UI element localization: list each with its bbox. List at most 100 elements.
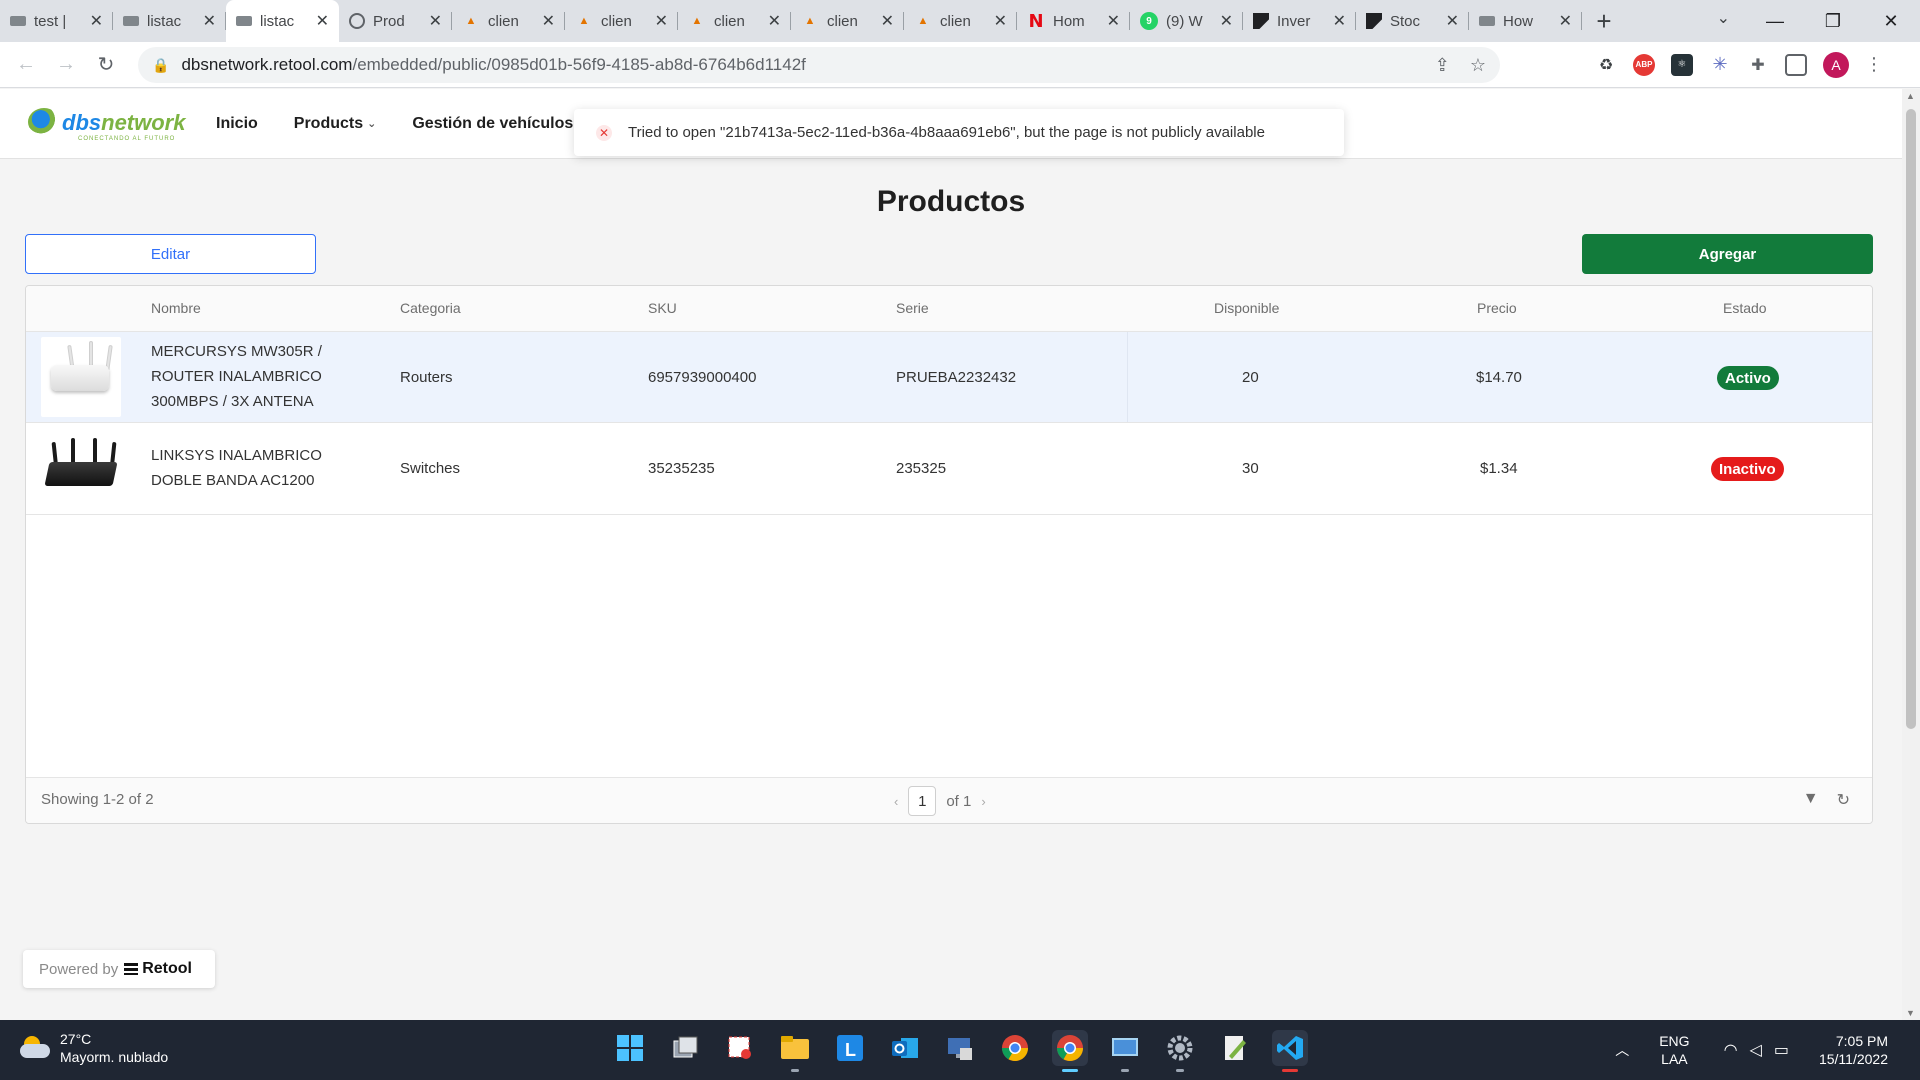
close-icon[interactable]: ✕ [316, 11, 329, 31]
browser-tab[interactable]: How ✕ [1469, 0, 1582, 42]
maximize-icon[interactable]: ❐ [1804, 0, 1862, 42]
browser-tab[interactable]: ▲ clien ✕ [904, 0, 1017, 42]
header-categoria[interactable]: Categoria [400, 300, 461, 316]
browser-tab[interactable]: ▲ clien ✕ [452, 0, 565, 42]
tab-search-icon[interactable]: ⌄ [1717, 8, 1730, 28]
cell-nombre: MERCURSYS MW305R / ROUTER INALAMBRICO 30… [151, 343, 322, 410]
control-panel-icon[interactable] [1107, 1030, 1143, 1072]
nav-gestion-vehiculos[interactable]: Gestión de vehículos [412, 115, 573, 133]
language-indicator[interactable]: ENG LAA [1659, 1032, 1689, 1068]
nav-inicio[interactable]: Inicio [216, 115, 258, 133]
page-scrollbar[interactable]: ▲ ▼ [1902, 89, 1920, 1020]
settings-gear-icon[interactable] [1162, 1030, 1198, 1072]
snipping-tool-icon[interactable] [722, 1030, 758, 1066]
avatar[interactable]: A [1823, 51, 1849, 78]
close-icon[interactable]: ✕ [994, 11, 1007, 31]
cell-sku: 6957939000400 [648, 369, 757, 386]
browser-tab[interactable]: Inver ✕ [1243, 0, 1356, 42]
outlook-icon[interactable] [887, 1030, 923, 1066]
vscode-icon[interactable] [1272, 1030, 1308, 1072]
close-icon[interactable]: ✕ [1220, 11, 1233, 31]
notepad-plus-icon[interactable] [1217, 1030, 1253, 1066]
close-window-icon[interactable]: ✕ [1862, 0, 1920, 42]
products-table: Nombre Categoria SKU Serie Disponible Pr… [25, 285, 1873, 824]
header-estado[interactable]: Estado [1723, 300, 1767, 316]
close-icon[interactable]: ✕ [203, 11, 216, 31]
battery-icon[interactable]: ▭ [1774, 1040, 1789, 1060]
page-number-input[interactable]: 1 [908, 786, 937, 816]
table-header: Nombre Categoria SKU Serie Disponible Pr… [26, 286, 1872, 332]
forward-icon[interactable]: → [46, 53, 86, 76]
close-icon[interactable]: ✕ [655, 11, 668, 31]
close-icon[interactable]: ✕ [429, 11, 442, 31]
browser-menu-icon[interactable]: ⋮ [1865, 54, 1883, 75]
extensions-puzzle-icon[interactable]: ✚ [1747, 53, 1769, 76]
close-icon[interactable]: ✕ [768, 11, 781, 31]
weather-temp: 27°C [60, 1031, 92, 1047]
prev-page-icon[interactable]: ‹ [894, 794, 898, 809]
new-tab-button[interactable]: + [1582, 6, 1626, 37]
router-product-image [41, 337, 121, 417]
browser-tab[interactable]: listac ✕ [113, 0, 226, 42]
chrome-active-icon[interactable] [1052, 1030, 1088, 1072]
windows-start-icon[interactable] [612, 1030, 648, 1066]
header-serie[interactable]: Serie [896, 300, 929, 316]
powered-by-retool[interactable]: Powered by Retool [23, 950, 215, 988]
task-view-icon[interactable] [667, 1030, 703, 1066]
adblock-icon[interactable]: ABP [1633, 53, 1655, 76]
browser-tab[interactable]: ▲ clien ✕ [678, 0, 791, 42]
share-icon[interactable]: ⇪ [1435, 55, 1450, 76]
back-icon[interactable]: ← [6, 53, 46, 76]
pagination-summary: Showing 1-2 of 2 [41, 791, 154, 808]
table-row[interactable]: MERCURSYS MW305R / ROUTER INALAMBRICO 30… [26, 332, 1872, 423]
nav-products[interactable]: Products ⌄ [294, 115, 377, 133]
browser-tab[interactable]: ▲ clien ✕ [791, 0, 904, 42]
browser-tab[interactable]: ▲ clien ✕ [565, 0, 678, 42]
scrollbar-thumb[interactable] [1906, 109, 1916, 729]
browser-tab[interactable]: N Hom ✕ [1017, 0, 1130, 42]
edit-button[interactable]: Editar [25, 234, 316, 274]
snowflake-extension-icon[interactable]: ✳ [1709, 53, 1731, 76]
close-icon[interactable]: ✕ [1333, 11, 1346, 31]
chrome-icon[interactable] [997, 1030, 1033, 1066]
volume-icon[interactable]: ◁ [1750, 1040, 1762, 1060]
weather-widget[interactable]: 27°C Mayorm. nublado [20, 1030, 168, 1066]
address-bar[interactable]: 🔒 dbsnetwork.retool.com/embedded/public/… [138, 47, 1500, 83]
wifi-icon[interactable]: ◠ [1724, 1040, 1738, 1060]
recycle-extension-icon[interactable]: ♻ [1595, 53, 1617, 76]
close-icon[interactable]: ✕ [1107, 11, 1120, 31]
browser-tabstrip: test | ✕ listac ✕ listac ✕ Prod ✕ ▲ clien ✕ ▲ c… [0, 0, 1920, 42]
next-page-icon[interactable]: › [981, 794, 985, 809]
header-nombre[interactable]: Nombre [151, 300, 201, 316]
browser-tab[interactable]: Prod ✕ [339, 0, 452, 42]
header-precio[interactable]: Precio [1477, 300, 1517, 316]
reload-icon[interactable]: ↻ [86, 52, 126, 77]
l-app-icon[interactable]: L [832, 1030, 868, 1066]
header-disponible[interactable]: Disponible [1214, 300, 1279, 316]
refresh-icon[interactable]: ↻ [1837, 790, 1850, 810]
dbs-network-logo[interactable]: dbsnetwork CONECTANDO AL FUTURO [28, 104, 185, 144]
browser-tab[interactable]: Stoc ✕ [1356, 0, 1469, 42]
close-icon[interactable]: ✕ [542, 11, 555, 31]
windows-taskbar: 27°C Mayorm. nublado L ︿ ENG LAA ◠ ◁ ▭ 7… [0, 1020, 1920, 1080]
minimize-icon[interactable]: — [1746, 0, 1804, 42]
filter-icon[interactable]: ▼ [1803, 790, 1819, 810]
show-hidden-icons-chevron[interactable]: ︿ [1615, 1040, 1629, 1060]
table-row[interactable]: LINKSYS INALAMBRICO DOBLE BANDA AC1200 S… [26, 423, 1872, 515]
react-devtools-icon[interactable]: ⚛ [1671, 53, 1693, 76]
browser-tab[interactable]: 9 (9) W ✕ [1130, 0, 1243, 42]
close-icon[interactable]: ✕ [90, 11, 103, 31]
header-sku[interactable]: SKU [648, 300, 677, 316]
browser-tab-active[interactable]: listac ✕ [226, 0, 339, 42]
file-explorer-icon[interactable] [777, 1030, 813, 1072]
url-path: /embedded/public/0985d01b-56f9-4185-ab8d… [352, 55, 806, 74]
close-icon[interactable]: ✕ [881, 11, 894, 31]
close-icon[interactable]: ✕ [1446, 11, 1459, 31]
bookmark-star-icon[interactable]: ☆ [1470, 55, 1486, 76]
system-clock[interactable]: 7:05 PM 15/11/2022 [1819, 1032, 1888, 1068]
close-icon[interactable]: ✕ [1559, 11, 1572, 31]
add-button[interactable]: Agregar [1582, 234, 1873, 274]
browser-tab[interactable]: test | ✕ [0, 0, 113, 42]
sidepanel-icon[interactable] [1785, 53, 1807, 76]
remote-desktop-icon[interactable] [942, 1030, 978, 1066]
